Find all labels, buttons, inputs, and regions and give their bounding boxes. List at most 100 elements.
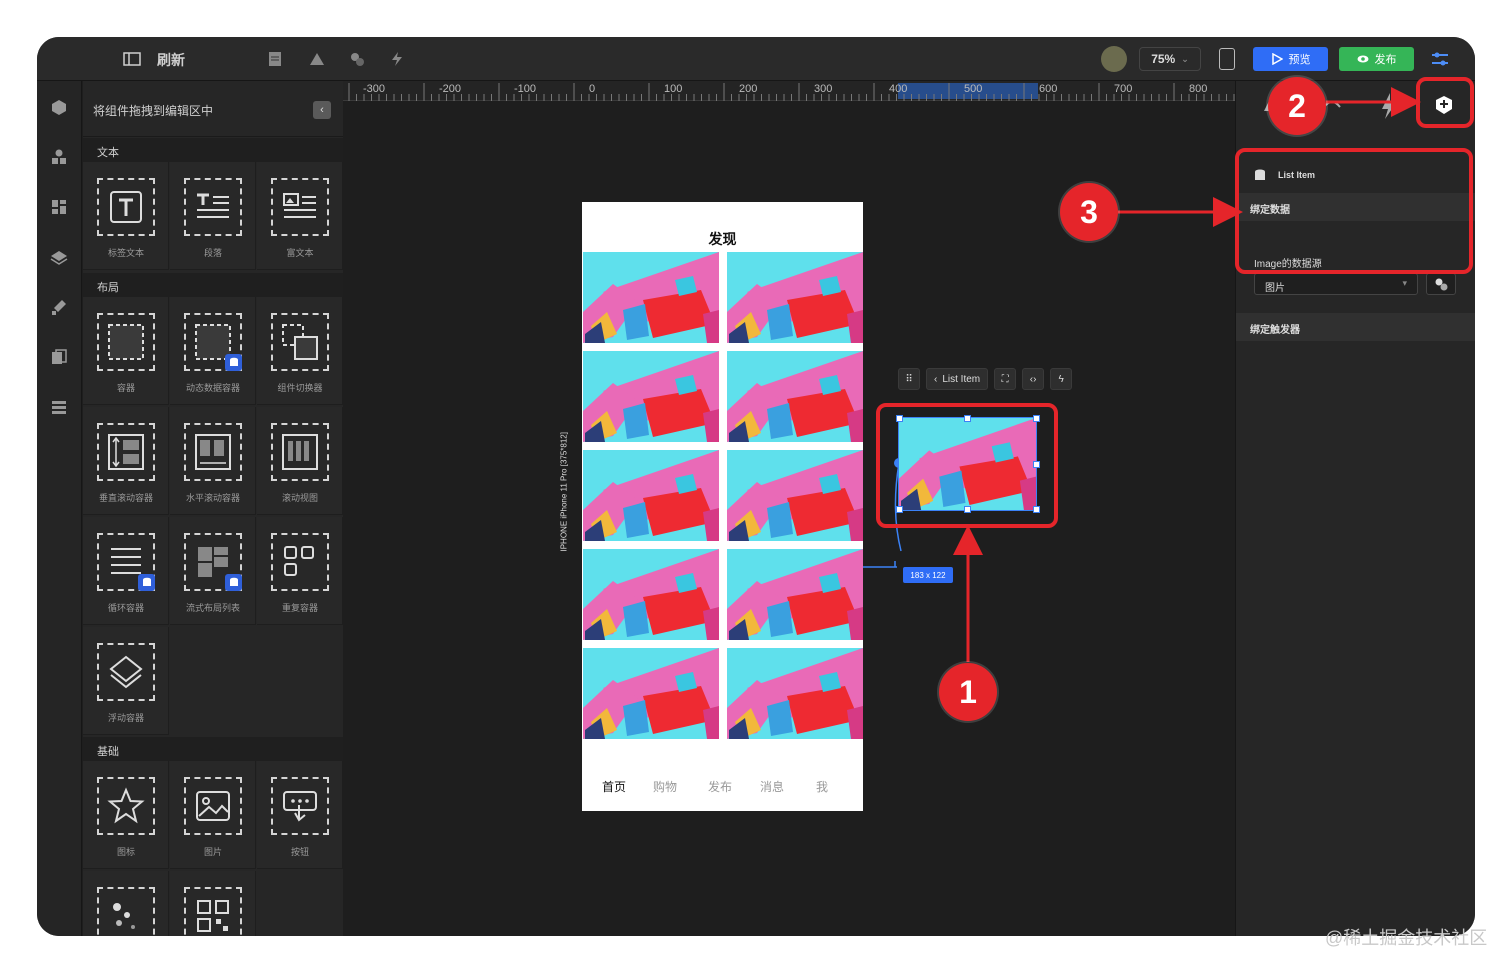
caret-down-icon: ▾ (1402, 278, 1407, 288)
float-container-icon (97, 643, 155, 701)
component-button[interactable]: 按钮 (257, 761, 343, 869)
brush-icon[interactable] (47, 295, 71, 319)
component-container[interactable]: 容器 (83, 297, 169, 405)
annotation-box-3 (1235, 148, 1473, 274)
component-flow-list[interactable]: 流式布局列表 (170, 517, 256, 625)
fullscreen-icon[interactable]: ⛶ (994, 368, 1017, 390)
bind-trigger-header[interactable]: 绑定触发器 (1236, 313, 1475, 341)
drag-handle-icon[interactable]: ⠿ (898, 368, 920, 390)
database-icon (225, 574, 242, 591)
component-panel: 将组件拖拽到编辑区中 ‹ 文本 标签文本 段落 富文本 布局 容器 动态数据容器 (83, 81, 343, 936)
component-qrcode[interactable] (170, 871, 256, 936)
top-toolbar: 刷新 75% ⌄ 预览 发布 (37, 37, 1475, 81)
flow-list-icon (184, 533, 242, 591)
component-float-container[interactable]: 浮动容器 (83, 627, 169, 735)
list-item-toolbar: ⠿ ‹ List Item ⛶ ‹› ϟ (898, 367, 1073, 391)
component-image[interactable]: 图片 (170, 761, 256, 869)
ruler-label: 200 (739, 83, 758, 95)
component-horizontal-scroll[interactable]: 水平滚动容器 (170, 407, 256, 515)
grid-image[interactable] (583, 648, 719, 739)
ruler-label: 100 (664, 83, 683, 95)
grid-image[interactable] (727, 351, 863, 442)
avatar[interactable] (1101, 46, 1127, 72)
publish-button[interactable]: 发布 (1339, 47, 1414, 71)
layers-icon[interactable] (47, 245, 71, 269)
qrcode-icon (184, 887, 242, 936)
phone-tab-shop[interactable]: 购物 (653, 778, 677, 795)
annotation-number: 3 (1060, 183, 1118, 241)
ruler-label: -200 (439, 83, 462, 95)
component-paragraph[interactable]: 段落 (170, 162, 256, 270)
horizontal-ruler: -300 -200 -100 0 100 200 300 400 500 600… (343, 81, 1235, 101)
code-icon[interactable]: ‹› (1022, 368, 1045, 390)
section-basic: 基础 (83, 737, 343, 761)
phone-tab-post[interactable]: 发布 (708, 778, 732, 795)
list-icon[interactable] (47, 395, 71, 419)
component-loop-container[interactable]: 循环容器 (83, 517, 169, 625)
grid-image[interactable] (583, 351, 719, 442)
component-label-text[interactable]: 标签文本 (83, 162, 169, 270)
component-scroll-view[interactable]: 滚动视图 (257, 407, 343, 515)
action-icon[interactable] (387, 49, 407, 69)
data-source-button[interactable] (1426, 273, 1456, 295)
size-badge: 183 x 122 (903, 567, 953, 583)
grid-image[interactable] (583, 450, 719, 541)
phone-tab-me[interactable]: 我 (816, 778, 828, 795)
ruler-label: 0 (589, 83, 596, 95)
ruler-label: 700 (1114, 83, 1133, 95)
refresh-button[interactable]: 刷新 (157, 50, 185, 70)
scroll-view-icon (271, 423, 329, 481)
image-source-select[interactable]: 图片 ▾ (1254, 273, 1418, 295)
component-vertical-scroll[interactable]: 垂直滚动容器 (83, 407, 169, 515)
settings-sliders-icon[interactable] (1429, 49, 1451, 69)
list-item-parent-button[interactable]: ‹ List Item (926, 368, 989, 390)
grid-image[interactable] (727, 252, 863, 343)
chevron-left-icon: ‹ (934, 373, 938, 385)
zoom-select[interactable]: 75% ⌄ (1139, 47, 1201, 71)
section-text: 文本 (83, 138, 343, 162)
switcher-icon (271, 313, 329, 371)
sidebar-toggle-icon[interactable] (121, 49, 143, 69)
ruler-ticks (348, 83, 1235, 101)
loading-dots-icon (97, 887, 155, 936)
loop-container-icon (97, 533, 155, 591)
grid-image[interactable] (727, 450, 863, 541)
vertical-scroll-icon (97, 423, 155, 481)
component-loading[interactable] (83, 871, 169, 936)
ruler-label: 400 (889, 83, 908, 95)
cube-icon[interactable] (47, 95, 71, 119)
left-icon-bar (37, 81, 82, 936)
layout-icon[interactable] (47, 195, 71, 219)
ruler-label: 300 (814, 83, 833, 95)
phone-preview[interactable]: 发现 首页 购物 发布 消息 我 (582, 202, 863, 811)
button-icon (271, 777, 329, 835)
repeat-container-icon (271, 533, 329, 591)
component-rich-text[interactable]: 富文本 (257, 162, 343, 270)
grid-image[interactable] (727, 549, 863, 640)
component-icon[interactable]: 图标 (83, 761, 169, 869)
ruler-label: -100 (514, 83, 537, 95)
grid-image[interactable] (727, 648, 863, 739)
eye-icon (1357, 55, 1368, 63)
component-repeat-container[interactable]: 重复容器 (257, 517, 343, 625)
container-icon (97, 313, 155, 371)
preview-button[interactable]: 预览 (1253, 47, 1328, 71)
phone-title: 发现 (708, 231, 737, 247)
phone-tab-home[interactable]: 首页 (602, 778, 626, 795)
triangle-icon[interactable] (307, 49, 327, 69)
device-icon[interactable] (1219, 48, 1235, 70)
collapse-button[interactable]: ‹ (313, 101, 331, 119)
components-icon[interactable] (47, 145, 71, 169)
data-icon[interactable] (347, 49, 367, 69)
grid-image[interactable] (583, 252, 719, 343)
grid-image[interactable] (583, 549, 719, 640)
component-dynamic-container[interactable]: 动态数据容器 (170, 297, 256, 405)
annotation-number: 1 (939, 663, 997, 721)
lightning-icon[interactable]: ϟ (1050, 368, 1073, 390)
pages-icon[interactable] (47, 345, 71, 369)
component-switcher[interactable]: 组件切换器 (257, 297, 343, 405)
ruler-label: -300 (363, 83, 386, 95)
phone-tab-messages[interactable]: 消息 (760, 778, 784, 795)
rich-text-icon (271, 178, 329, 236)
page-icon[interactable] (265, 49, 285, 69)
